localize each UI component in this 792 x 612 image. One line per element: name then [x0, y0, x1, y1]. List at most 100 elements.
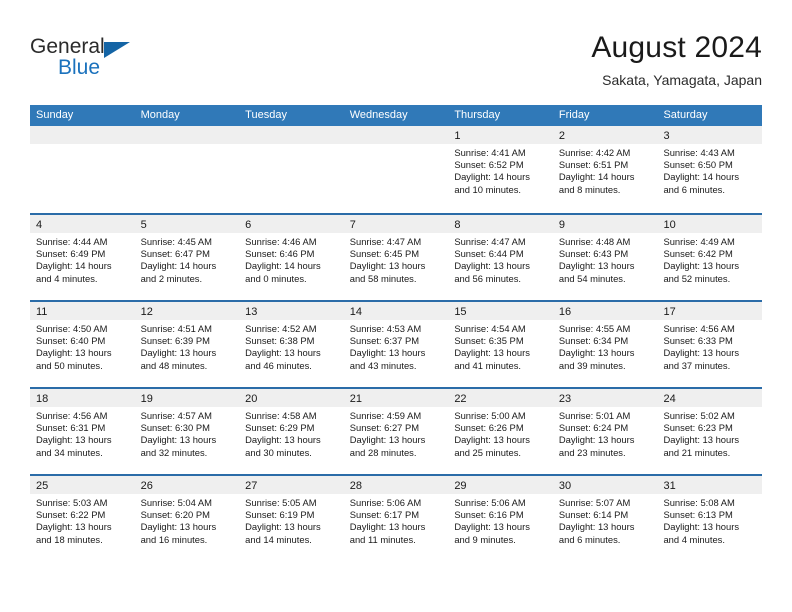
page-header: General Blue August 2024 Sakata, Yamagat…: [30, 30, 762, 102]
sunset-text: Sunset: 6:19 PM: [245, 509, 315, 521]
day-details: Sunrise: 5:04 AM Sunset: 6:20 PM Dayligh…: [135, 494, 240, 546]
day-cell[interactable]: 27 Sunrise: 5:05 AM Sunset: 6:19 PM Dayl…: [239, 476, 344, 561]
day-cell[interactable]: 18 Sunrise: 4:56 AM Sunset: 6:31 PM Dayl…: [30, 389, 135, 474]
sunrise-text: Sunrise: 4:53 AM: [349, 323, 422, 334]
day-cell[interactable]: 19 Sunrise: 4:57 AM Sunset: 6:30 PM Dayl…: [134, 389, 240, 474]
sunset-text: Sunset: 6:30 PM: [140, 422, 210, 434]
day-number-band: 7: [343, 215, 449, 233]
sunset-text: Sunset: 6:43 PM: [558, 248, 629, 260]
day-cell[interactable]: 26 Sunrise: 5:04 AM Sunset: 6:20 PM Dayl…: [134, 476, 240, 561]
day-cell[interactable]: 25 Sunrise: 5:03 AM Sunset: 6:22 PM Dayl…: [30, 476, 135, 561]
day-number: 4: [36, 219, 43, 231]
day-number: 12: [140, 306, 153, 318]
weekday-friday: Friday: [558, 109, 590, 121]
daylight-text-line1: Daylight: 13 hours: [349, 434, 426, 446]
day-number: 31: [663, 480, 676, 492]
sunset-text: Sunset: 6:35 PM: [454, 335, 524, 347]
daylight-text-line1: Daylight: 14 hours: [245, 260, 321, 272]
day-number: 27: [245, 480, 258, 492]
day-details: Sunrise: 4:41 AM Sunset: 6:52 PM Dayligh…: [448, 144, 553, 196]
day-details: Sunrise: 5:06 AM Sunset: 6:16 PM Dayligh…: [448, 494, 553, 546]
day-cell[interactable]: 12 Sunrise: 4:51 AM Sunset: 6:39 PM Dayl…: [134, 302, 240, 387]
sunrise-text: Sunrise: 4:42 AM: [558, 147, 631, 158]
week-row: 25 Sunrise: 5:03 AM Sunset: 6:22 PM Dayl…: [30, 474, 763, 561]
day-cell[interactable]: 11 Sunrise: 4:50 AM Sunset: 6:40 PM Dayl…: [30, 302, 135, 387]
sunrise-text: Sunrise: 4:43 AM: [663, 147, 735, 158]
day-cell[interactable]: 3 Sunrise: 4:43 AM Sunset: 6:50 PM Dayli…: [657, 126, 763, 213]
day-number-band: 5: [134, 215, 240, 233]
day-cell[interactable]: 23 Sunrise: 5:01 AM Sunset: 6:24 PM Dayl…: [552, 389, 658, 474]
day-cell[interactable]: 4 Sunrise: 4:44 AM Sunset: 6:49 PM Dayli…: [30, 215, 135, 300]
day-cell[interactable]: 7 Sunrise: 4:47 AM Sunset: 6:45 PM Dayli…: [343, 215, 449, 300]
day-cell[interactable]: 16 Sunrise: 4:55 AM Sunset: 6:34 PM Dayl…: [552, 302, 658, 387]
daylight-text-line1: Daylight: 13 hours: [349, 260, 426, 272]
day-number-band: 17: [657, 302, 763, 320]
day-number: 29: [454, 480, 467, 492]
sunrise-text: Sunrise: 4:52 AM: [245, 323, 317, 334]
day-cell[interactable]: 31 Sunrise: 5:08 AM Sunset: 6:13 PM Dayl…: [657, 476, 763, 561]
sunrise-text: Sunrise: 4:59 AM: [349, 410, 422, 421]
daylight-text-line2: and 25 minutes.: [454, 446, 522, 458]
day-number-band: 20: [239, 389, 344, 407]
page-subtitle: Sakata, Yamagata, Japan: [602, 72, 762, 88]
day-number-band: 13: [239, 302, 344, 320]
day-cell[interactable]: 17 Sunrise: 4:56 AM Sunset: 6:33 PM Dayl…: [657, 302, 763, 387]
day-details: Sunrise: 5:00 AM Sunset: 6:26 PM Dayligh…: [448, 407, 553, 459]
day-cell[interactable]: 5 Sunrise: 4:45 AM Sunset: 6:47 PM Dayli…: [134, 215, 240, 300]
daylight-text-line1: Daylight: 13 hours: [140, 521, 217, 533]
day-cell[interactable]: 6 Sunrise: 4:46 AM Sunset: 6:46 PM Dayli…: [239, 215, 344, 300]
day-number-band: 27: [239, 476, 344, 494]
day-cell[interactable]: 9 Sunrise: 4:48 AM Sunset: 6:43 PM Dayli…: [552, 215, 658, 300]
sunset-text: Sunset: 6:24 PM: [558, 422, 629, 434]
daylight-text-line1: Daylight: 13 hours: [663, 521, 740, 533]
day-cell[interactable]: 24 Sunrise: 5:02 AM Sunset: 6:23 PM Dayl…: [657, 389, 763, 474]
day-number: 14: [349, 306, 362, 318]
day-details: Sunrise: 4:57 AM Sunset: 6:30 PM Dayligh…: [135, 407, 240, 459]
daylight-text-line1: Daylight: 13 hours: [558, 347, 635, 359]
day-number: 22: [454, 393, 467, 405]
day-details: Sunrise: 4:53 AM Sunset: 6:37 PM Dayligh…: [344, 320, 449, 372]
sunset-text: Sunset: 6:51 PM: [558, 159, 629, 171]
day-number: 17: [663, 306, 676, 318]
day-cell[interactable]: 8 Sunrise: 4:47 AM Sunset: 6:44 PM Dayli…: [448, 215, 553, 300]
daylight-text-line1: Daylight: 13 hours: [663, 260, 740, 272]
daylight-text-line1: Daylight: 13 hours: [245, 521, 321, 533]
brand-logo[interactable]: General Blue: [30, 30, 150, 92]
sunset-text: Sunset: 6:45 PM: [349, 248, 420, 260]
day-cell[interactable]: 10 Sunrise: 4:49 AM Sunset: 6:42 PM Dayl…: [657, 215, 763, 300]
week-row: 11 Sunrise: 4:50 AM Sunset: 6:40 PM Dayl…: [30, 300, 763, 387]
sunset-text: Sunset: 6:26 PM: [454, 422, 524, 434]
day-cell[interactable]: 20 Sunrise: 4:58 AM Sunset: 6:29 PM Dayl…: [239, 389, 344, 474]
day-cell[interactable]: 2 Sunrise: 4:42 AM Sunset: 6:51 PM Dayli…: [552, 126, 658, 213]
day-cell[interactable]: 13 Sunrise: 4:52 AM Sunset: 6:38 PM Dayl…: [239, 302, 344, 387]
day-cell: [343, 126, 449, 213]
daylight-text-line1: Daylight: 14 hours: [36, 260, 112, 272]
day-cell[interactable]: 14 Sunrise: 4:53 AM Sunset: 6:37 PM Dayl…: [343, 302, 449, 387]
day-cell[interactable]: 29 Sunrise: 5:06 AM Sunset: 6:16 PM Dayl…: [448, 476, 553, 561]
day-details: Sunrise: 5:07 AM Sunset: 6:14 PM Dayligh…: [553, 494, 658, 546]
day-cell[interactable]: 22 Sunrise: 5:00 AM Sunset: 6:26 PM Dayl…: [448, 389, 553, 474]
sunset-text: Sunset: 6:49 PM: [36, 248, 106, 260]
sunrise-text: Sunrise: 4:41 AM: [454, 147, 526, 158]
triangle-logo-icon: [104, 42, 130, 58]
calendar-grid: Sunday Monday Tuesday Wednesday Thursday…: [30, 105, 763, 561]
day-number: 20: [245, 393, 258, 405]
daylight-text-line1: Daylight: 13 hours: [245, 347, 321, 359]
day-cell[interactable]: 15 Sunrise: 4:54 AM Sunset: 6:35 PM Dayl…: [448, 302, 553, 387]
day-number: 6: [245, 219, 252, 231]
daylight-text-line2: and 48 minutes.: [140, 359, 208, 371]
day-number-band: 22: [448, 389, 553, 407]
day-cell[interactable]: 1 Sunrise: 4:41 AM Sunset: 6:52 PM Dayli…: [448, 126, 553, 213]
weekday-monday: Monday: [140, 109, 180, 121]
weekday-sunday: Sunday: [36, 109, 74, 121]
daylight-text-line2: and 14 minutes.: [245, 533, 312, 545]
daylight-text-line1: Daylight: 13 hours: [140, 434, 217, 446]
day-details: Sunrise: 4:55 AM Sunset: 6:34 PM Dayligh…: [553, 320, 658, 372]
day-cell[interactable]: 30 Sunrise: 5:07 AM Sunset: 6:14 PM Dayl…: [552, 476, 658, 561]
title-block: August 2024 Sakata, Yamagata, Japan: [591, 30, 762, 90]
day-cell[interactable]: 21 Sunrise: 4:59 AM Sunset: 6:27 PM Dayl…: [343, 389, 449, 474]
week-row: 4 Sunrise: 4:44 AM Sunset: 6:49 PM Dayli…: [30, 213, 763, 300]
day-cell[interactable]: 28 Sunrise: 5:06 AM Sunset: 6:17 PM Dayl…: [343, 476, 449, 561]
day-number-band: 2: [552, 126, 658, 144]
calendar-page: General Blue August 2024 Sakata, Yamagat…: [0, 0, 792, 612]
